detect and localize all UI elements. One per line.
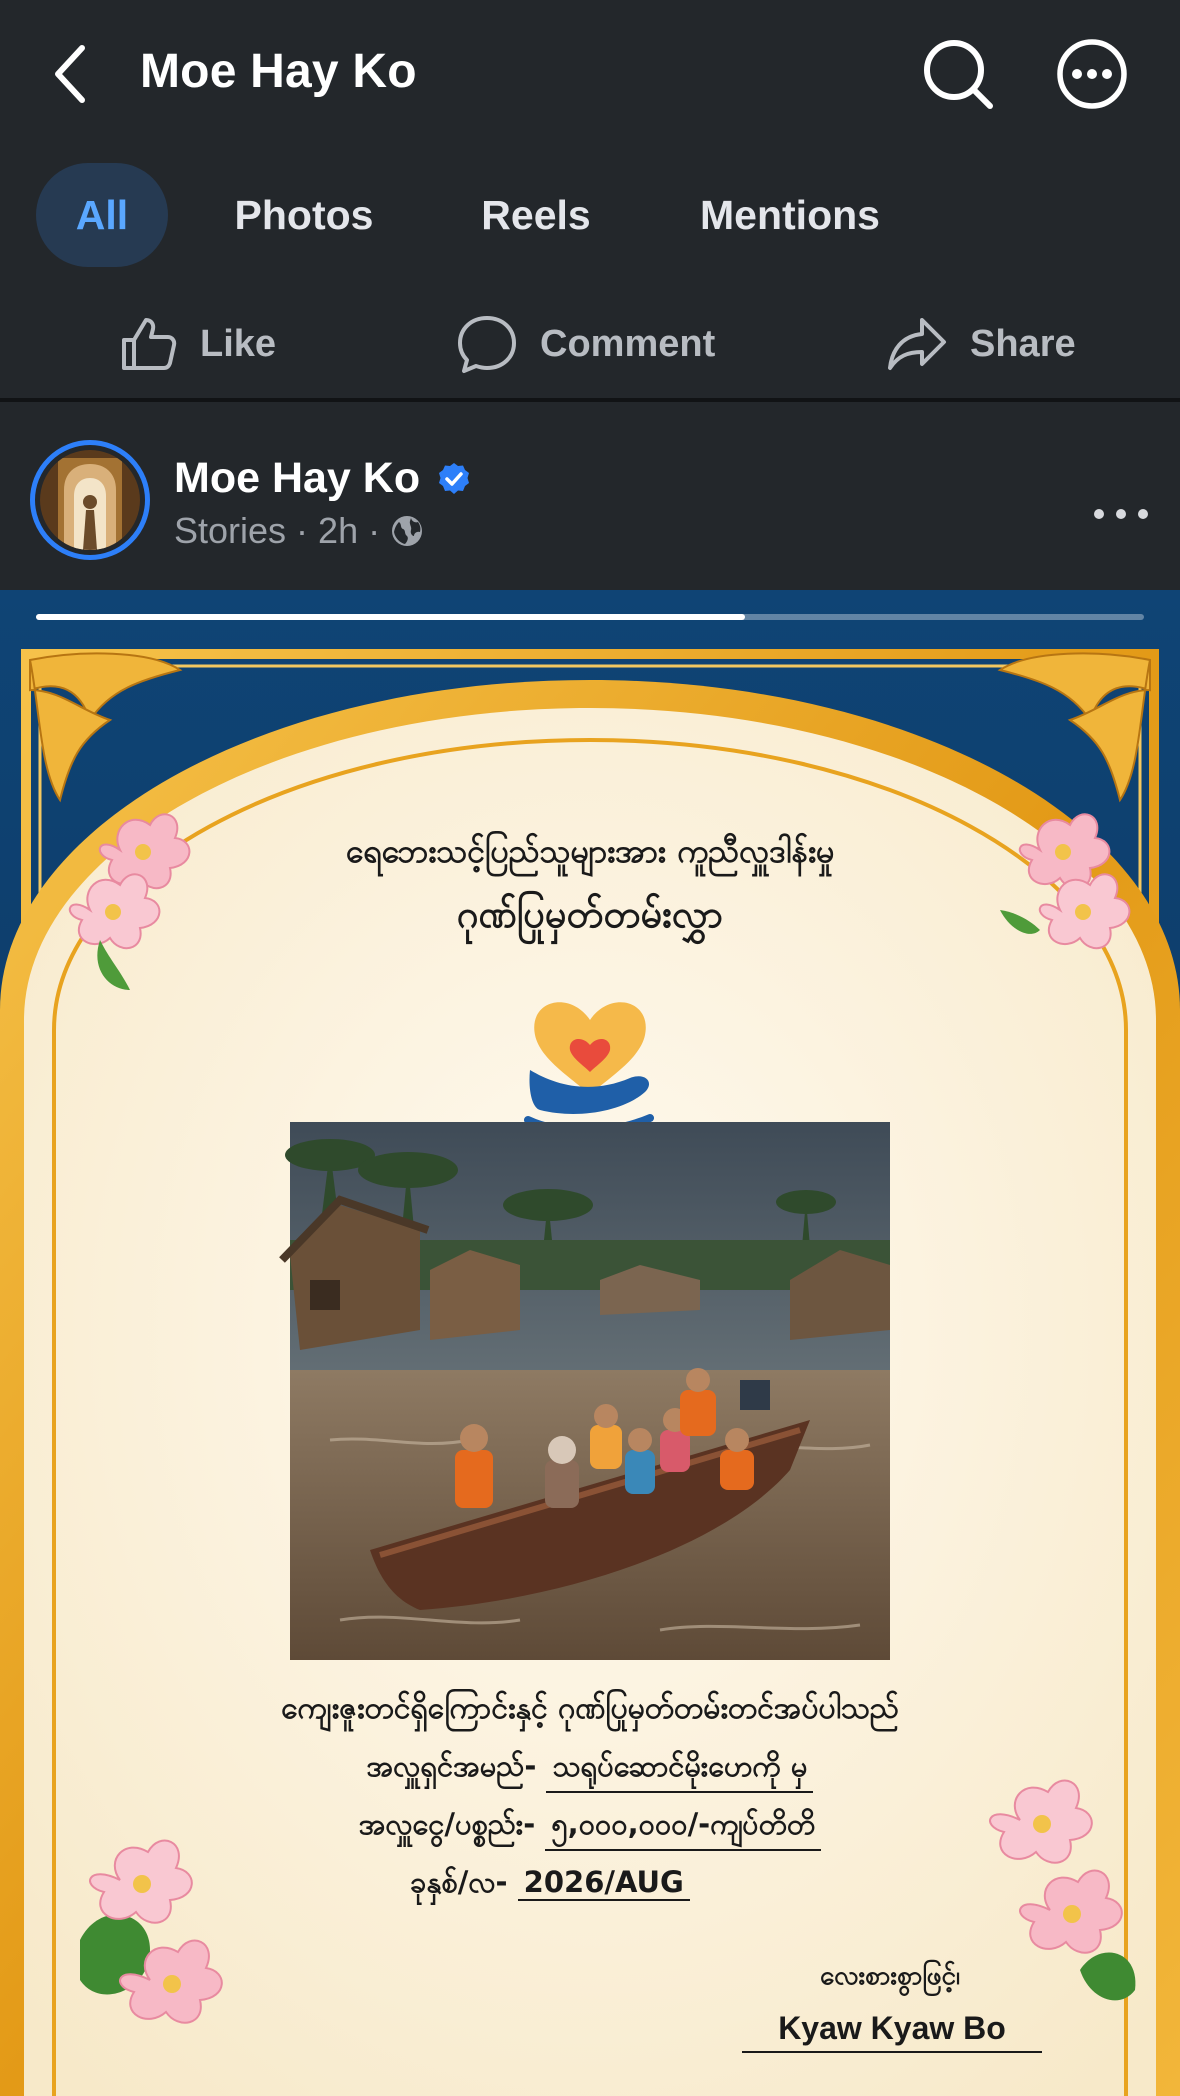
meta-separator: · (368, 510, 381, 551)
tab-mentions[interactable]: Mentions (672, 163, 908, 267)
signed-label: လေးစားစွာဖြင့်၊ (819, 1961, 961, 1991)
post-source: Stories (174, 510, 287, 551)
globe-icon (392, 516, 423, 546)
poster-title-line2: ဂုဏ်ပြုမှတ်တမ်းလွှာ (456, 892, 724, 936)
back-button[interactable] (40, 36, 100, 112)
post-header: Moe Hay Ko Stories · 2h · (0, 406, 1180, 590)
amount-row: အလှူငွေ/ပစ္စည်း- ၅,၀၀၀,၀၀၀/-ကျပ်တိတိ (0, 1806, 1180, 1851)
date-label: ခုနှစ်/လ- (410, 1865, 508, 1899)
avatar-image (40, 450, 140, 550)
tab-photos-label: Photos (234, 191, 374, 238)
story-progress-fill (36, 614, 746, 620)
comment-label: Comment (540, 322, 716, 365)
like-button[interactable]: Like (118, 304, 276, 384)
post-more-button[interactable] (1086, 490, 1156, 540)
comment-bubble-icon (458, 316, 516, 373)
search-icon (924, 40, 993, 109)
date-value: 2026/AUG (517, 1865, 690, 1901)
share-button[interactable]: Share (886, 304, 1076, 384)
amount-label: အလှူငွေ/ပစ္စည်း- (358, 1807, 536, 1841)
like-label: Like (200, 322, 277, 365)
post-time: 2h (318, 510, 359, 551)
donor-label: အလှူရှင်အမည်- (366, 1749, 537, 1783)
verified-badge-icon (439, 462, 470, 494)
share-label: Share (970, 322, 1076, 365)
thumbs-up-icon (122, 318, 177, 370)
donor-value: သရုပ်ဆောင်မိုးဟေကို မှ (546, 1748, 814, 1793)
top-bar: Moe Hay Ko (0, 0, 1180, 148)
filter-tabs: All Photos Reels Mentions (0, 160, 1180, 270)
tab-mentions-label: Mentions (700, 191, 880, 238)
share-arrow-icon (888, 318, 946, 370)
story-progress-bar (36, 614, 1144, 620)
date-row: ခုနှစ်/လ- 2026/AUG (0, 1864, 1140, 1907)
amount-value: ၅,၀၀၀,၀၀၀/-ကျပ်တိတိ (545, 1806, 822, 1851)
search-button[interactable] (918, 34, 998, 114)
tab-reels-label: Reels (481, 191, 591, 238)
more-dots-icon (1094, 509, 1148, 519)
avatar[interactable] (30, 440, 150, 560)
more-options-button[interactable] (1052, 34, 1132, 114)
post-actions-bar: Like Comment Share (0, 292, 1180, 402)
chevron-left-icon (55, 45, 85, 103)
tab-all[interactable]: All (36, 163, 168, 267)
tab-photos[interactable]: Photos (210, 163, 398, 267)
post-author[interactable]: Moe Hay Ko (174, 454, 472, 503)
story-viewer[interactable]: ရေဘေးသင့်ပြည်သူများအား ကူညီလှူဒါန်းမှု ဂ… (0, 590, 1180, 2096)
tab-all-label: All (75, 191, 129, 238)
tab-reels[interactable]: Reels (450, 163, 622, 267)
poster-body-line: ကျေးဇူးတင်ရှိကြောင်းနှင့် ဂုဏ်ပြုမှတ်တမ်… (281, 1691, 899, 1726)
post-meta: Stories · 2h · (174, 510, 424, 552)
author-name: Moe Hay Ko (174, 454, 421, 502)
page-title: Moe Hay Ko (140, 45, 417, 98)
more-horizontal-icon (1057, 39, 1127, 109)
comment-button[interactable]: Comment (456, 304, 715, 384)
donor-row: အလှူရှင်အမည်- သရုပ်ဆောင်မိုးဟေကို မှ (0, 1748, 1180, 1793)
meta-separator: · (296, 510, 309, 551)
poster-title-line1: ရေဘေးသင့်ပြည်သူများအား ကူညီလှူဒါန်းမှု (345, 832, 835, 870)
signed-name: Kyaw Kyaw Bo (742, 2010, 1042, 2053)
